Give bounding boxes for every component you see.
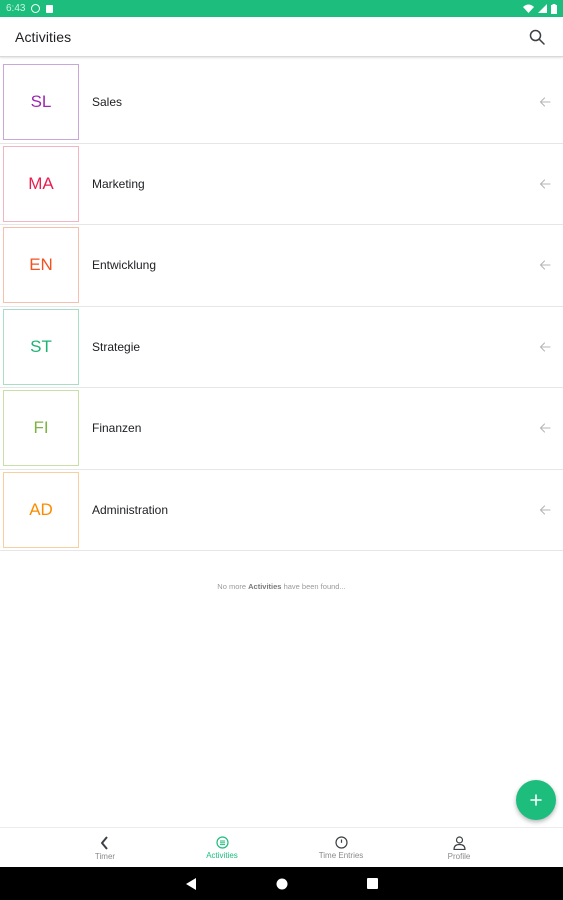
system-back-button[interactable]: [176, 867, 206, 900]
activity-tile: AD: [3, 471, 79, 548]
activity-row-administration[interactable]: AD Administration: [0, 470, 563, 551]
activity-row-marketing[interactable]: MA Marketing: [0, 144, 563, 225]
activity-tile: ST: [3, 308, 79, 385]
activity-tile: MA: [3, 145, 79, 222]
system-recents-button[interactable]: [357, 867, 387, 900]
activity-name: Administration: [92, 502, 169, 517]
activity-tile: EN: [3, 227, 79, 304]
activity-name: Sales: [92, 95, 123, 110]
nav-time-entries[interactable]: Time Entries: [296, 828, 386, 868]
search-button[interactable]: [526, 26, 548, 48]
back-triangle-icon: [185, 877, 196, 890]
bottom-navigation: Timer Activities Time Entries Profile: [0, 827, 563, 867]
arrow-left-icon: [539, 423, 551, 433]
activity-row-sales[interactable]: SL Sales: [0, 62, 563, 144]
plus-icon: [530, 794, 542, 806]
nav-label-time-entries: Time Entries: [318, 851, 364, 860]
system-navigation-bar: [0, 867, 563, 900]
home-circle-icon: [276, 878, 288, 889]
status-bar: 6:43: [0, 0, 563, 17]
nav-activities[interactable]: Activities: [177, 828, 267, 868]
activity-name: Marketing: [92, 176, 145, 191]
activity-name: Entwicklung: [92, 258, 157, 273]
activity-row-strategie[interactable]: ST Strategie: [0, 307, 563, 388]
nav-label-profile: Profile: [447, 851, 471, 861]
status-time: 6:43: [6, 3, 26, 14]
activity-tile: FI: [3, 390, 79, 467]
person-icon: [452, 835, 466, 850]
activity-name: Strategie: [92, 339, 141, 354]
activity-row-entwicklung[interactable]: EN Entwicklung: [0, 225, 563, 307]
search-icon: [529, 29, 545, 45]
nav-timer[interactable]: Timer: [60, 828, 150, 868]
nav-profile[interactable]: Profile: [414, 828, 504, 868]
signal-icon: [538, 4, 547, 13]
nav-label-activities: Activities: [206, 851, 238, 860]
activity-tile: SL: [3, 64, 79, 141]
arrow-left-icon: [539, 505, 551, 515]
arrow-left-icon: [539, 97, 551, 107]
add-activity-button[interactable]: [516, 780, 556, 820]
battery-icon: [551, 3, 557, 14]
arrow-left-icon: [539, 342, 551, 352]
activity-row-finanzen[interactable]: FI Finanzen: [0, 388, 563, 470]
recents-square-icon: [366, 878, 378, 889]
arrow-left-icon: [539, 260, 551, 270]
clock-icon: [334, 836, 348, 849]
system-home-button[interactable]: [267, 867, 297, 900]
arrow-left-icon: [539, 179, 551, 189]
list-icon: [215, 836, 229, 849]
nav-label-timer: Timer: [94, 851, 116, 861]
wifi-icon: [523, 4, 534, 13]
notification-icon: [31, 4, 41, 13]
empty-message: No more Activities have been found...: [217, 582, 346, 591]
page-title: Activities: [15, 28, 72, 45]
activity-list: SL Sales MA Marketing EN Entwicklung ST Strateg…: [0, 62, 563, 551]
sim-icon: [46, 4, 54, 13]
timer-icon: [101, 835, 108, 850]
activity-name: Finanzen: [92, 421, 142, 436]
app-bar: Activities: [0, 17, 563, 57]
